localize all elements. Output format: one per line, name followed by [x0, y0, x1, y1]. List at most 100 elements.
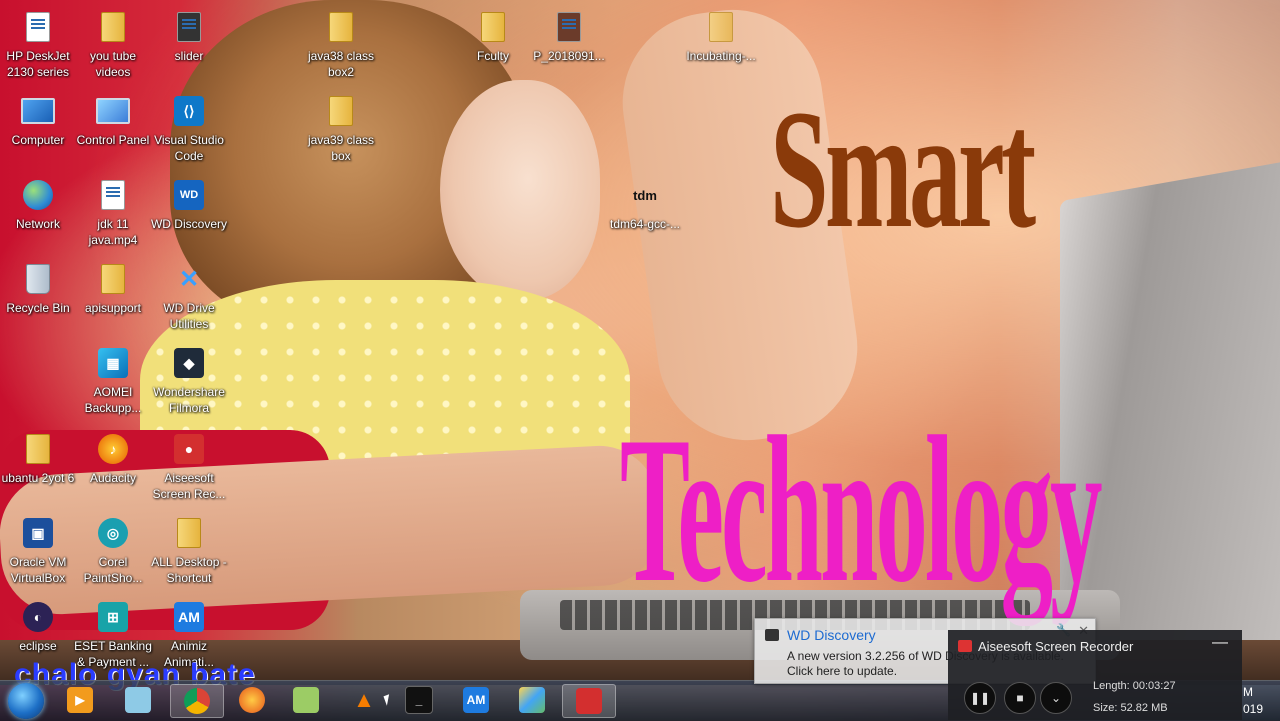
recording-size: Size: 52.82 MB [1093, 702, 1168, 714]
folder-icon [324, 10, 358, 44]
desktop-icon-label: java38 class box2 [307, 49, 375, 79]
desktop-icon-recycle-bin[interactable]: Recycle Bin [0, 262, 78, 316]
desktop-icon-label: Wondershare Filmora [153, 385, 225, 415]
desktop-icon-network[interactable]: Network [0, 178, 78, 232]
wallpaper-headline-technology: Technology [620, 394, 1103, 626]
clock-line-1: M [1243, 685, 1253, 699]
taskbar-notepad-plus[interactable] [280, 684, 332, 716]
desktop-icon-tdm64[interactable]: tdm tdm64-gcc-... [605, 178, 685, 232]
desktop-icon-apisupport[interactable]: apisupport [73, 262, 153, 316]
virtualbox-icon: ▣ [21, 516, 55, 550]
desktop-icon-label: WD Discovery [150, 217, 227, 231]
screen-recorder-panel: Aiseesoft Screen Recorder — ❚❚ ■ ⌄ Lengt… [948, 630, 1242, 720]
taskbar-recorder[interactable] [562, 684, 616, 718]
stop-button[interactable]: ■ [1004, 682, 1036, 714]
folder-icon [96, 10, 130, 44]
desktop-icon-label: slider [174, 49, 204, 63]
recorder-icon [958, 640, 972, 652]
desktop-icon-label: Recycle Bin [6, 301, 70, 315]
desktop-icon-all-desktop[interactable]: ALL Desktop - Shortcut [149, 516, 229, 586]
clock-line-2: 019 [1243, 702, 1264, 716]
desktop-icon-label: tdm64-gcc-... [609, 217, 681, 231]
minimize-button[interactable]: — [1212, 634, 1228, 652]
desktop-icon-label: you tube videos [89, 49, 137, 79]
desktop-icon-hp-deskjet[interactable]: HP DeskJet 2130 series [0, 10, 78, 80]
desktop-icon-fculty[interactable]: Fculty [453, 10, 533, 64]
desktop-icon-java39[interactable]: java39 class box [301, 94, 381, 164]
desktop-icon-aiseesoft[interactable]: ● Aiseesoft Screen Rec... [149, 432, 229, 502]
desktop-icon-label: Audacity [89, 471, 137, 485]
desktop-icon-label: Aiseesoft Screen Rec... [152, 471, 226, 501]
network-icon [21, 178, 55, 212]
desktop-icon-slider[interactable]: slider [149, 10, 229, 64]
video-file-icon [96, 178, 130, 212]
desktop-icon-label: java39 class box [307, 133, 375, 163]
pause-button[interactable]: ❚❚ [964, 682, 996, 714]
desktop-icon-label: WD Drive Utilities [163, 301, 215, 331]
start-orb-icon[interactable] [8, 683, 44, 719]
desktop-icon-label: Oracle VM VirtualBox [9, 555, 67, 585]
eclipse-icon: ◐ [21, 600, 55, 634]
desktop-icon-label: apisupport [84, 301, 142, 315]
recycle-bin-icon [21, 262, 55, 296]
desktop-icon-audacity[interactable]: ♪ Audacity [73, 432, 153, 486]
taskbar-firefox[interactable] [226, 684, 278, 716]
computer-icon [21, 94, 55, 128]
desktop-icon-vscode[interactable]: ⟨⟩ Visual Studio Code [149, 94, 229, 164]
desktop-icon-aomei[interactable]: ▦ AOMEI Backupp... [73, 346, 153, 416]
desktop-icon-eclipse[interactable]: ◐ eclipse [0, 600, 78, 654]
chrome-icon [184, 688, 210, 714]
taskbar-media-player[interactable]: ▶ [54, 684, 106, 716]
desktop-icon-label: eclipse [19, 639, 57, 653]
audacity-icon: ♪ [96, 432, 130, 466]
desktop-icon-jdk-video[interactable]: jdk 11 java.mp4 [73, 178, 153, 248]
taskbar-vlc[interactable]: ▲ [338, 684, 390, 716]
desktop-icon-label: Computer [11, 133, 65, 147]
recorder-icon: ● [172, 432, 206, 466]
paintshop-icon: ◎ [96, 516, 130, 550]
taskbar-terminal[interactable]: _ [393, 684, 445, 716]
desktop-icon-ubantu[interactable]: ubantu 2yot 6 [0, 432, 78, 486]
desktop-icon-wd-utilities[interactable]: ✕ WD Drive Utilities [149, 262, 229, 332]
desktop-icon-label: Network [15, 217, 60, 231]
desktop-icon-photo[interactable]: P_2018091... [529, 10, 609, 64]
folder-icon [476, 10, 510, 44]
eset-icon: ⊞ [96, 600, 130, 634]
desktop-icon-computer[interactable]: Computer [0, 94, 78, 148]
system-clock[interactable]: M 019 [1243, 684, 1263, 718]
desktop-icon-label: ALL Desktop - Shortcut [151, 555, 227, 585]
vscode-icon: ⟨⟩ [172, 94, 206, 128]
more-options-button[interactable]: ⌄ [1040, 682, 1072, 714]
desktop-icon-label: HP DeskJet 2130 series [6, 49, 70, 79]
desktop-icon-control-panel[interactable]: Control Panel [73, 94, 153, 148]
desktop-icon-label: Visual Studio Code [154, 133, 224, 163]
terminal-icon: _ [405, 686, 433, 714]
notification-title: WD Discovery [787, 627, 876, 643]
animiz-icon: AM [172, 600, 206, 634]
control-panel-icon [96, 94, 130, 128]
recorder-title: Aiseesoft Screen Recorder [978, 639, 1134, 654]
desktop-icon-java38[interactable]: java38 class box2 [301, 10, 381, 80]
aomei-icon: ▦ [96, 346, 130, 380]
desktop-icon-label: Fculty [476, 49, 509, 63]
image-file-icon [172, 10, 206, 44]
taskbar-chrome[interactable] [170, 684, 224, 718]
desktop-icon-wd-discovery[interactable]: WD WD Discovery [149, 178, 229, 232]
desktop-icon-incubating[interactable]: Incubating-... [681, 10, 761, 64]
desktop-icon-label: Incubating-... [686, 49, 756, 63]
folder-icon [21, 432, 55, 466]
desktop-icon-label: Corel PaintSho... [83, 555, 143, 585]
desktop-icon-corel[interactable]: ◎ Corel PaintSho... [73, 516, 153, 586]
recording-length: Length: 00:03:27 [1093, 680, 1176, 692]
taskbar-animiz[interactable]: AM [450, 684, 502, 716]
desktop-icon-virtualbox[interactable]: ▣ Oracle VM VirtualBox [0, 516, 78, 586]
desktop-icon-filmora[interactable]: ◆ Wondershare Filmora [149, 346, 229, 416]
desktop-icon-label: ubantu 2yot 6 [1, 471, 75, 485]
shortcut-icon [172, 516, 206, 550]
taskbar-notes[interactable] [112, 684, 164, 716]
filmora-icon: ◆ [172, 346, 206, 380]
desktop-icon-youtube-videos[interactable]: you tube videos [73, 10, 153, 80]
folder-icon [96, 262, 130, 296]
taskbar-virtualbox[interactable] [506, 684, 558, 716]
virtualbox-icon [519, 687, 545, 713]
